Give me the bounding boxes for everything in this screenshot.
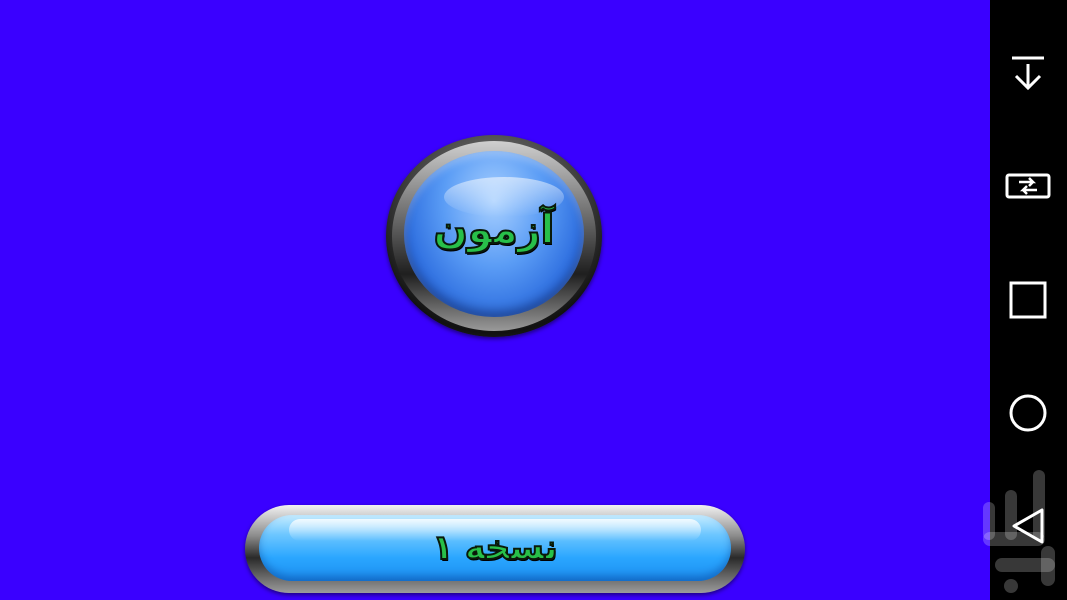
home-circle-glyph [1009, 394, 1047, 432]
recents-square-glyph [1009, 281, 1047, 319]
version-button-face: نسخه ۱ [259, 515, 731, 581]
download-arrow-glyph [1012, 56, 1044, 91]
download-arrow-icon[interactable] [1002, 47, 1054, 99]
back-triangle-icon[interactable] [1002, 500, 1054, 552]
version-button-label: نسخه ۱ [431, 527, 558, 569]
navigation-bar [990, 0, 1067, 600]
quiz-button-label: آزمون [433, 206, 556, 254]
quiz-button-face: آزمون [404, 151, 584, 317]
device-screen: آزمون نسخه ۱ [0, 0, 1067, 600]
recents-square-icon[interactable] [1002, 274, 1054, 326]
home-circle-icon[interactable] [1002, 387, 1054, 439]
back-triangle-glyph [1012, 508, 1044, 544]
app-content: آزمون نسخه ۱ [0, 0, 990, 600]
version-button[interactable]: نسخه ۱ [245, 505, 745, 593]
quiz-button[interactable]: آزمون [386, 135, 602, 337]
rotate-screen-glyph [1005, 173, 1051, 199]
rotate-screen-icon[interactable] [1002, 160, 1054, 212]
